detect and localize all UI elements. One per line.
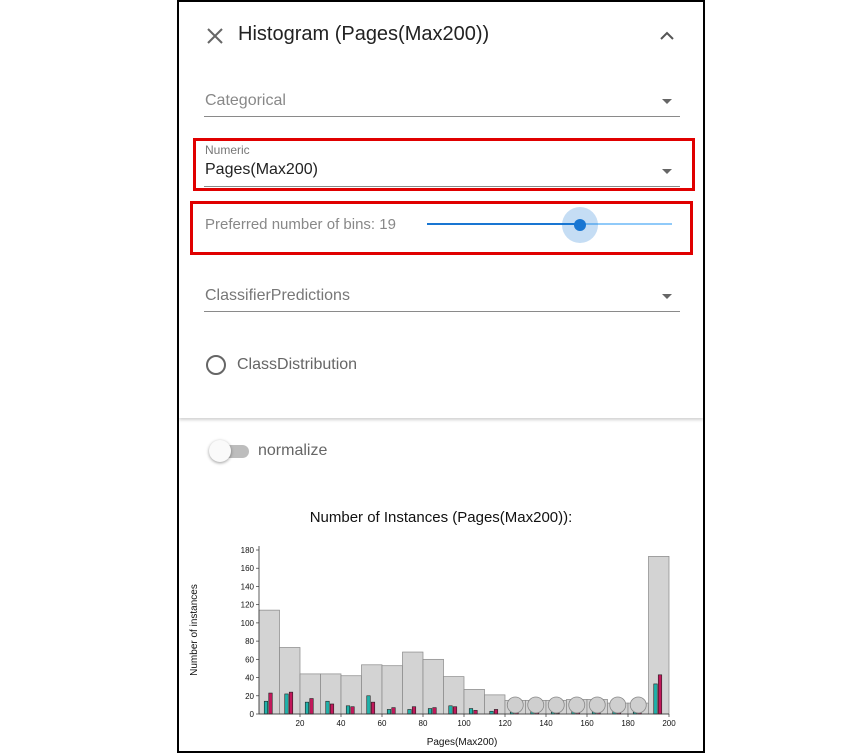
categorical-select[interactable]: Categorical	[204, 86, 680, 117]
x-tick-label: 180	[621, 719, 635, 728]
class-bar-b	[391, 707, 396, 715]
marker-circle	[609, 696, 627, 714]
class-bar-a	[386, 709, 392, 715]
class-bar-a	[304, 701, 310, 715]
class-bar-a	[427, 708, 433, 715]
x-tick-label: 40	[337, 719, 346, 728]
y-tick-label: 0	[250, 710, 255, 719]
class-bar-b	[288, 691, 294, 715]
classifier-placeholder: ClassifierPredictions	[205, 287, 350, 304]
class-bar-a	[489, 710, 494, 715]
class-bar-b	[432, 707, 437, 715]
x-tick-label: 140	[539, 719, 553, 728]
class-bar-b	[452, 706, 458, 715]
bins-slider-thumb[interactable]	[574, 219, 586, 231]
x-tick-label: 160	[580, 719, 594, 728]
histogram-bar	[402, 651, 424, 715]
y-tick-label: 80	[245, 637, 254, 646]
y-axis-label: Number of instances	[189, 584, 200, 676]
x-axis-label: Pages(Max200)	[427, 737, 498, 748]
normalize-label: normalize	[258, 442, 328, 459]
bins-label: Preferred number of bins: 19	[205, 216, 396, 233]
marker-circle	[588, 696, 606, 714]
y-tick-label: 60	[245, 655, 254, 664]
class-bar-b	[473, 710, 478, 715]
histogram-panel: Histogram (Pages(Max200)) Categorical Nu…	[177, 0, 705, 753]
class-bar-a	[366, 695, 371, 715]
x-tick-label: 20	[296, 719, 305, 728]
class-bar-b	[329, 703, 335, 715]
marker-circle	[568, 696, 586, 714]
y-tick-label: 40	[245, 674, 254, 683]
class-bar-a	[284, 693, 289, 715]
numeric-select[interactable]: Numeric Pages(Max200)	[204, 142, 680, 187]
y-tick-label: 140	[241, 582, 255, 591]
normalize-toggle[interactable]	[209, 440, 231, 462]
categorical-placeholder: Categorical	[205, 92, 286, 109]
class-bar-a	[448, 705, 453, 715]
class-bar-b	[411, 706, 417, 715]
dropdown-arrow-icon	[662, 294, 672, 299]
close-icon[interactable]	[205, 26, 225, 46]
class-bar-b	[268, 692, 273, 715]
class-bar-b	[657, 674, 663, 715]
x-tick-label: 100	[457, 719, 471, 728]
class-bar-b	[493, 709, 499, 715]
marker-circle	[527, 696, 545, 714]
histogram-chart: 0 20 40 60 80 100 120 140 160 180 20 40 60 80 100 120 14…	[189, 546, 676, 748]
classifier-predictions-select[interactable]: ClassifierPredictions	[204, 281, 680, 312]
chevron-up-icon[interactable]	[659, 28, 675, 44]
numeric-label: Numeric	[205, 143, 250, 157]
page-title: Histogram (Pages(Max200))	[238, 23, 490, 45]
x-tick-label: 120	[498, 719, 512, 728]
y-tick-label: 100	[241, 619, 255, 628]
class-distribution-label: ClassDistribution	[237, 356, 358, 373]
histogram-bar	[422, 658, 444, 715]
class-bar-b	[350, 706, 355, 715]
class-bar-b	[309, 698, 314, 715]
y-tick-label: 160	[241, 564, 255, 573]
settings-card: Histogram (Pages(Max200)) Categorical Nu…	[179, 2, 703, 418]
x-tick-label: 60	[378, 719, 387, 728]
class-bar-a	[407, 709, 412, 715]
class-bar-b	[370, 701, 376, 715]
y-tick-label: 120	[241, 601, 255, 610]
numeric-value: Pages(Max200)	[205, 161, 318, 178]
dropdown-arrow-icon	[662, 99, 672, 104]
class-distribution-radio[interactable]	[206, 355, 226, 375]
class-bar-a	[345, 705, 351, 715]
marker-circle	[547, 696, 565, 714]
y-tick-label: 20	[245, 692, 254, 701]
slider-track-active[interactable]	[427, 223, 580, 225]
chart-title: Number of Instances (Pages(Max200)):	[309, 509, 573, 526]
class-bar-a	[653, 683, 658, 715]
histogram-bar	[381, 665, 403, 715]
class-bar-a	[263, 700, 269, 715]
class-bar-a	[325, 700, 330, 715]
marker-circle	[506, 696, 524, 714]
class-bar-a	[468, 708, 474, 715]
x-tick-label: 80	[419, 719, 428, 728]
marker-circle	[629, 696, 647, 714]
dropdown-arrow-icon	[662, 169, 672, 174]
x-tick-label: 200	[662, 719, 676, 728]
y-tick-label: 180	[241, 546, 255, 555]
